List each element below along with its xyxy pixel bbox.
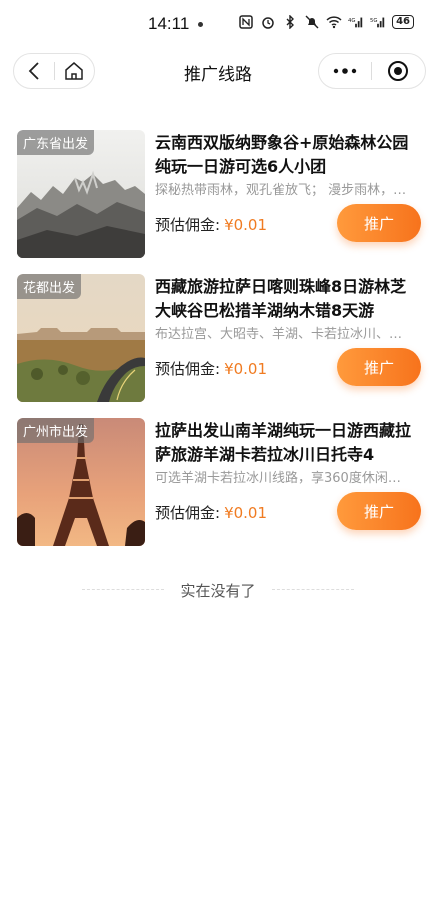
wifi-icon	[326, 14, 342, 30]
promote-button[interactable]: 推广	[337, 348, 421, 386]
route-thumbnail: 广州市出发	[17, 418, 145, 546]
commission-label: 预估佣金:	[155, 360, 221, 378]
route-card[interactable]: 花都出发 西藏旅游拉萨日喀则珠峰8日游林芝大峡谷巴松措羊湖纳木错8天游 布达拉宫…	[17, 274, 421, 402]
commission-price: ¥0.01	[224, 504, 268, 522]
route-thumbnail: 花都出发	[17, 274, 145, 402]
promote-button[interactable]: 推广	[337, 492, 421, 530]
close-miniprogram-button[interactable]	[372, 54, 424, 88]
divider-right	[272, 589, 354, 590]
signal-5g-icon: 5G	[370, 14, 386, 30]
route-title: 云南西双版纳野象谷+原始森林公园纯玩一日游可选6人小团	[155, 133, 409, 176]
status-icons: 4G 5G 46	[238, 14, 414, 30]
target-circle-icon	[388, 61, 408, 81]
commission: 预估佣金: ¥0.01	[155, 502, 267, 523]
nav-bar: 推广线路	[0, 48, 436, 94]
status-bar: 14:11 4G 5G 46	[0, 0, 436, 48]
departure-tag: 花都出发	[17, 274, 82, 299]
commission-label: 预估佣金:	[155, 504, 221, 522]
battery-icon: 46	[392, 15, 414, 29]
commission: 预估佣金: ¥0.01	[155, 358, 267, 379]
departure-tag: 广州市出发	[17, 418, 95, 443]
route-card[interactable]: 广东省出发 云南西双版纳野象谷+原始森林公园纯玩一日游可选6人小团 探秘热带雨林…	[17, 130, 421, 258]
commission-price: ¥0.01	[224, 360, 268, 378]
more-dots-icon	[333, 68, 357, 74]
nav-right-capsule	[318, 53, 426, 89]
end-of-list-text: 实在没有了	[180, 582, 256, 600]
nfc-icon	[238, 14, 254, 30]
route-card[interactable]: 广州市出发 拉萨出发山南羊湖纯玩一日游西藏拉萨旅游羊湖卡若拉冰川日托寺4 可选羊…	[17, 418, 421, 546]
svg-text:4G: 4G	[348, 18, 356, 24]
more-button[interactable]	[319, 54, 371, 88]
route-thumbnail: 广东省出发	[17, 130, 145, 258]
alarm-icon	[260, 14, 276, 30]
commission-label: 预估佣金:	[155, 216, 221, 234]
route-title: 西藏旅游拉萨日喀则珠峰8日游林芝大峡谷巴松措羊湖纳木错8天游	[155, 277, 407, 320]
bluetooth-icon	[282, 14, 298, 30]
route-description: 探秘热带雨林，观孔雀放飞； 漫步雨林，…	[155, 183, 407, 198]
promote-button[interactable]: 推广	[337, 204, 421, 242]
route-description: 可选羊湖卡若拉冰川线路，享360度休闲…	[155, 471, 401, 486]
end-of-list: 实在没有了	[0, 580, 436, 600]
svg-text:5G: 5G	[370, 18, 378, 24]
route-description: 布达拉宫、大昭寺、羊湖、卡若拉冰川、…	[155, 327, 403, 342]
notification-dot-icon	[198, 22, 203, 27]
signal-4g-icon: 4G	[348, 14, 364, 30]
route-title: 拉萨出发山南羊湖纯玩一日游西藏拉萨旅游羊湖卡若拉冰川日托寺4	[155, 421, 412, 464]
commission: 预估佣金: ¥0.01	[155, 214, 267, 235]
commission-price: ¥0.01	[224, 216, 268, 234]
status-time: 14:11	[148, 14, 190, 33]
departure-tag: 广东省出发	[17, 130, 95, 155]
mute-icon	[304, 14, 320, 30]
